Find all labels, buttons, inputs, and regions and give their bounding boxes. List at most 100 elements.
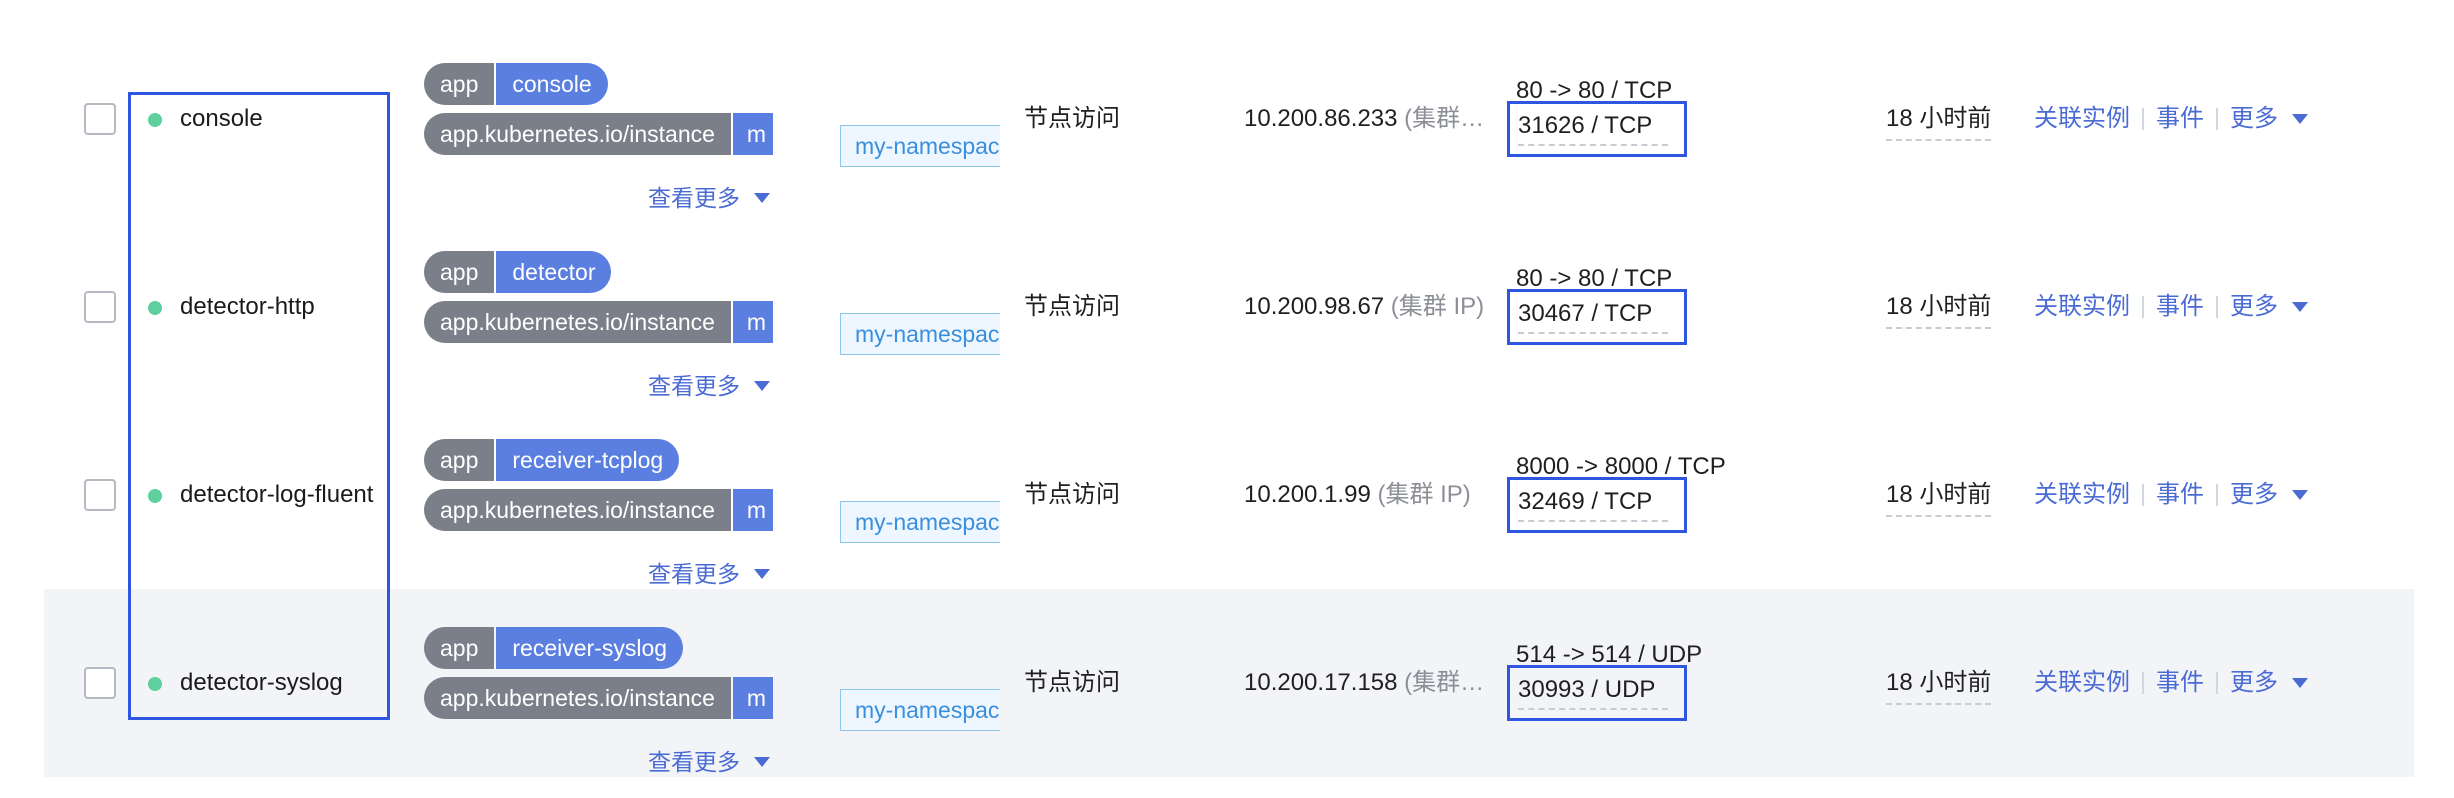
table-row: detector-syslog app receiver-syslog app.… bbox=[44, 589, 2414, 777]
divider bbox=[2216, 296, 2218, 318]
chevron-down-icon bbox=[754, 569, 770, 579]
label-key: app.kubernetes.io/instance bbox=[424, 489, 731, 531]
ip-type: (集群 IP) bbox=[1384, 293, 1485, 320]
table-row: detector-http app detector app.kubernete… bbox=[44, 213, 2414, 401]
created-age: 18 小时前 bbox=[1886, 291, 1992, 329]
nodeport: 30467 / TCP bbox=[1518, 300, 1668, 334]
labels-cell: app receiver-syslog app.kubernetes.io/in… bbox=[424, 627, 824, 719]
service-name[interactable]: console bbox=[180, 103, 263, 135]
divider bbox=[2142, 672, 2144, 694]
show-more-label: 查看更多 bbox=[648, 185, 740, 211]
row-checkbox[interactable] bbox=[84, 103, 116, 135]
service-name[interactable]: detector-syslog bbox=[180, 667, 343, 699]
row-checkbox[interactable] bbox=[84, 291, 116, 323]
label-value: m bbox=[732, 301, 773, 343]
divider bbox=[2142, 108, 2144, 130]
label-value: console bbox=[496, 63, 608, 105]
row-checkbox[interactable] bbox=[84, 479, 116, 511]
label-key: app.kubernetes.io/instance bbox=[424, 301, 731, 343]
cluster-ip: 10.200.98.67 (集群 IP) bbox=[1244, 291, 1494, 323]
events-button[interactable]: 事件 bbox=[2156, 479, 2204, 511]
status-dot-icon bbox=[148, 113, 162, 127]
events-button[interactable]: 事件 bbox=[2156, 667, 2204, 699]
divider bbox=[2216, 672, 2218, 694]
label-value: receiver-tcplog bbox=[496, 439, 680, 481]
label-key: app bbox=[424, 63, 495, 105]
label-tag: app.kubernetes.io/instance m bbox=[424, 301, 773, 343]
show-more-label: 查看更多 bbox=[648, 561, 740, 587]
namespace-badge: my-namespace bbox=[840, 125, 1000, 167]
service-type: 节点访问 bbox=[1024, 669, 1120, 696]
label-key: app bbox=[424, 439, 495, 481]
ip-address: 10.200.17.158 bbox=[1244, 669, 1398, 696]
more-actions-button[interactable]: 更多 bbox=[2230, 479, 2278, 511]
label-key: app.kubernetes.io/instance bbox=[424, 113, 731, 155]
show-more-label: 查看更多 bbox=[648, 373, 740, 399]
nodeport-highlight: 30467 / TCP bbox=[1507, 289, 1687, 345]
divider bbox=[2142, 484, 2144, 506]
status-dot-icon bbox=[148, 677, 162, 691]
label-tag: app detector bbox=[424, 251, 824, 293]
show-more-link[interactable]: 查看更多 bbox=[648, 743, 770, 777]
chevron-down-icon bbox=[2292, 114, 2308, 124]
labels-cell: app detector app.kubernetes.io/instance … bbox=[424, 251, 824, 343]
service-type: 节点访问 bbox=[1024, 105, 1120, 132]
show-more-link[interactable]: 查看更多 bbox=[648, 179, 770, 213]
service-name[interactable]: detector-log-fluent bbox=[180, 479, 373, 511]
ip-address: 10.200.98.67 bbox=[1244, 293, 1385, 320]
cluster-ip: 10.200.1.99 (集群 IP) bbox=[1244, 479, 1494, 511]
link-instances-button[interactable]: 关联实例 bbox=[2034, 103, 2130, 135]
show-more-link[interactable]: 查看更多 bbox=[648, 555, 770, 589]
chevron-down-icon bbox=[2292, 490, 2308, 500]
nodeport-highlight: 32469 / TCP bbox=[1507, 477, 1687, 533]
chevron-down-icon bbox=[2292, 302, 2308, 312]
ip-address: 10.200.1.99 bbox=[1244, 481, 1371, 508]
events-button[interactable]: 事件 bbox=[2156, 291, 2204, 323]
service-name[interactable]: detector-http bbox=[180, 291, 315, 323]
labels-cell: app receiver-tcplog app.kubernetes.io/in… bbox=[424, 439, 824, 531]
row-actions: 关联实例 事件 更多 bbox=[2034, 479, 2308, 511]
row-actions: 关联实例 事件 更多 bbox=[2034, 291, 2308, 323]
namespace-badge: my-namespace bbox=[840, 501, 1000, 543]
labels-cell: app console app.kubernetes.io/instance m bbox=[424, 63, 824, 155]
link-instances-button[interactable]: 关联实例 bbox=[2034, 667, 2130, 699]
label-tag: app.kubernetes.io/instance m bbox=[424, 113, 773, 155]
created-age: 18 小时前 bbox=[1886, 103, 1992, 141]
table-row: console app console app.kubernetes.io/in… bbox=[44, 25, 2414, 213]
label-value: m bbox=[732, 677, 773, 719]
label-tag: app receiver-syslog bbox=[424, 627, 824, 669]
namespace-badge: my-namespace bbox=[840, 689, 1000, 731]
created-age: 18 小时前 bbox=[1886, 479, 1992, 517]
label-tag: app.kubernetes.io/instance m bbox=[424, 489, 773, 531]
label-key: app.kubernetes.io/instance bbox=[424, 677, 731, 719]
chevron-down-icon bbox=[754, 381, 770, 391]
more-actions-button[interactable]: 更多 bbox=[2230, 667, 2278, 699]
nodeport-highlight: 30993 / UDP bbox=[1507, 665, 1687, 721]
table-row: detector-log-fluent app receiver-tcplog … bbox=[44, 401, 2414, 589]
service-type: 节点访问 bbox=[1024, 293, 1120, 320]
label-value: m bbox=[732, 489, 773, 531]
row-checkbox[interactable] bbox=[84, 667, 116, 699]
events-button[interactable]: 事件 bbox=[2156, 103, 2204, 135]
label-tag: app receiver-tcplog bbox=[424, 439, 824, 481]
label-value: receiver-syslog bbox=[496, 627, 684, 669]
link-instances-button[interactable]: 关联实例 bbox=[2034, 479, 2130, 511]
nodeport-highlight: 31626 / TCP bbox=[1507, 101, 1687, 157]
service-type: 节点访问 bbox=[1024, 481, 1120, 508]
row-actions: 关联实例 事件 更多 bbox=[2034, 103, 2308, 135]
more-actions-button[interactable]: 更多 bbox=[2230, 103, 2278, 135]
status-dot-icon bbox=[148, 301, 162, 315]
nodeport: 30993 / UDP bbox=[1518, 676, 1668, 710]
more-actions-button[interactable]: 更多 bbox=[2230, 291, 2278, 323]
ip-type: (集群 IP) bbox=[1370, 481, 1471, 508]
chevron-down-icon bbox=[754, 757, 770, 767]
namespace-badge: my-namespace bbox=[840, 313, 1000, 355]
label-value: detector bbox=[496, 251, 612, 293]
link-instances-button[interactable]: 关联实例 bbox=[2034, 291, 2130, 323]
divider bbox=[2142, 296, 2144, 318]
show-more-link[interactable]: 查看更多 bbox=[648, 367, 770, 401]
nodeport: 32469 / TCP bbox=[1518, 488, 1668, 522]
label-tag: app console bbox=[424, 63, 824, 105]
ip-type: (集群… bbox=[1397, 669, 1485, 696]
ip-address: 10.200.86.233 bbox=[1244, 105, 1398, 132]
